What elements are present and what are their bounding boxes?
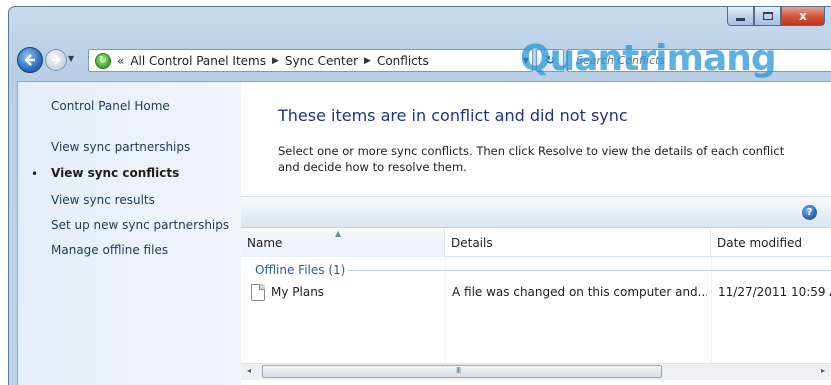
active-item-bullet: •: [31, 167, 39, 181]
breadcrumb-conflicts[interactable]: Conflicts: [377, 54, 429, 68]
sidebar-item-set-up-new-sync-partnerships[interactable]: Set up new sync partnerships: [51, 218, 229, 232]
list-column-headers: Name Details Date modified: [241, 229, 831, 257]
command-bar: [241, 196, 831, 228]
group-header-offline-files[interactable]: Offline Files (1): [255, 263, 345, 277]
breadcrumb-sync-center[interactable]: Sync Center: [285, 54, 358, 68]
column-divider: [711, 257, 712, 363]
sidebar-item-view-sync-partnerships[interactable]: View sync partnerships: [51, 140, 190, 154]
sidebar-item-view-sync-results[interactable]: View sync results: [51, 193, 155, 207]
left-navigation-pane: [18, 82, 241, 385]
sidebar-item-manage-offline-files[interactable]: Manage offline files: [51, 243, 168, 257]
row-name[interactable]: My Plans: [271, 285, 441, 299]
column-divider: [445, 257, 446, 363]
scrollbar-grip-icon: III: [456, 366, 461, 375]
address-bar[interactable]: ↻ « All Control Panel Items ▶ Sync Cente…: [88, 49, 533, 72]
search-box[interactable]: [567, 49, 831, 72]
sort-ascending-icon: ▲: [335, 229, 342, 238]
minimize-icon: [736, 17, 745, 21]
help-icon[interactable]: ?: [802, 205, 817, 220]
maximize-icon: [762, 12, 773, 20]
document-icon: [251, 284, 265, 301]
page-title: These items are in conflict and did not …: [278, 106, 628, 125]
caption-buttons: x: [727, 7, 825, 26]
forward-button[interactable]: [45, 49, 67, 71]
page-description: Select one or more sync conflicts. Then …: [278, 144, 785, 174]
breadcrumb-separator-icon[interactable]: ▶: [364, 56, 371, 66]
refresh-button[interactable]: ↻: [536, 49, 564, 72]
control-panel-home-link[interactable]: Control Panel Home: [51, 99, 170, 113]
group-divider: [348, 270, 831, 271]
close-button[interactable]: x: [781, 7, 825, 26]
search-input[interactable]: [568, 50, 831, 71]
breadcrumb-separator-icon[interactable]: ▶: [272, 56, 279, 66]
address-dropdown-icon[interactable]: ▼: [523, 56, 529, 65]
scrollbar-thumb[interactable]: [262, 365, 662, 378]
column-header-name[interactable]: Name: [241, 229, 445, 257]
sidebar-item-view-sync-conflicts[interactable]: View sync conflicts: [51, 166, 179, 180]
forward-arrow-icon: [52, 55, 62, 65]
scroll-left-icon[interactable]: ◂: [247, 366, 251, 375]
breadcrumb-all-control-panel-items[interactable]: All Control Panel Items: [130, 54, 266, 68]
minimize-button[interactable]: [727, 7, 754, 26]
column-header-date-modified[interactable]: Date modified: [711, 229, 831, 257]
column-header-details[interactable]: Details: [445, 229, 711, 257]
scroll-right-icon[interactable]: ▸: [821, 366, 825, 375]
maximize-button[interactable]: [754, 7, 781, 26]
close-icon: x: [799, 9, 807, 23]
row-details: A file was changed on this computer and.…: [452, 285, 707, 299]
control-panel-icon: ↻: [95, 52, 111, 69]
back-button[interactable]: [17, 47, 43, 73]
refresh-icon: ↻: [544, 53, 556, 67]
back-arrow-icon: [24, 54, 35, 66]
recent-pages-dropdown[interactable]: ▼: [68, 54, 74, 63]
row-date-modified: 11/27/2011 10:59 AM: [718, 285, 831, 299]
address-overflow-chevron[interactable]: «: [117, 54, 124, 68]
